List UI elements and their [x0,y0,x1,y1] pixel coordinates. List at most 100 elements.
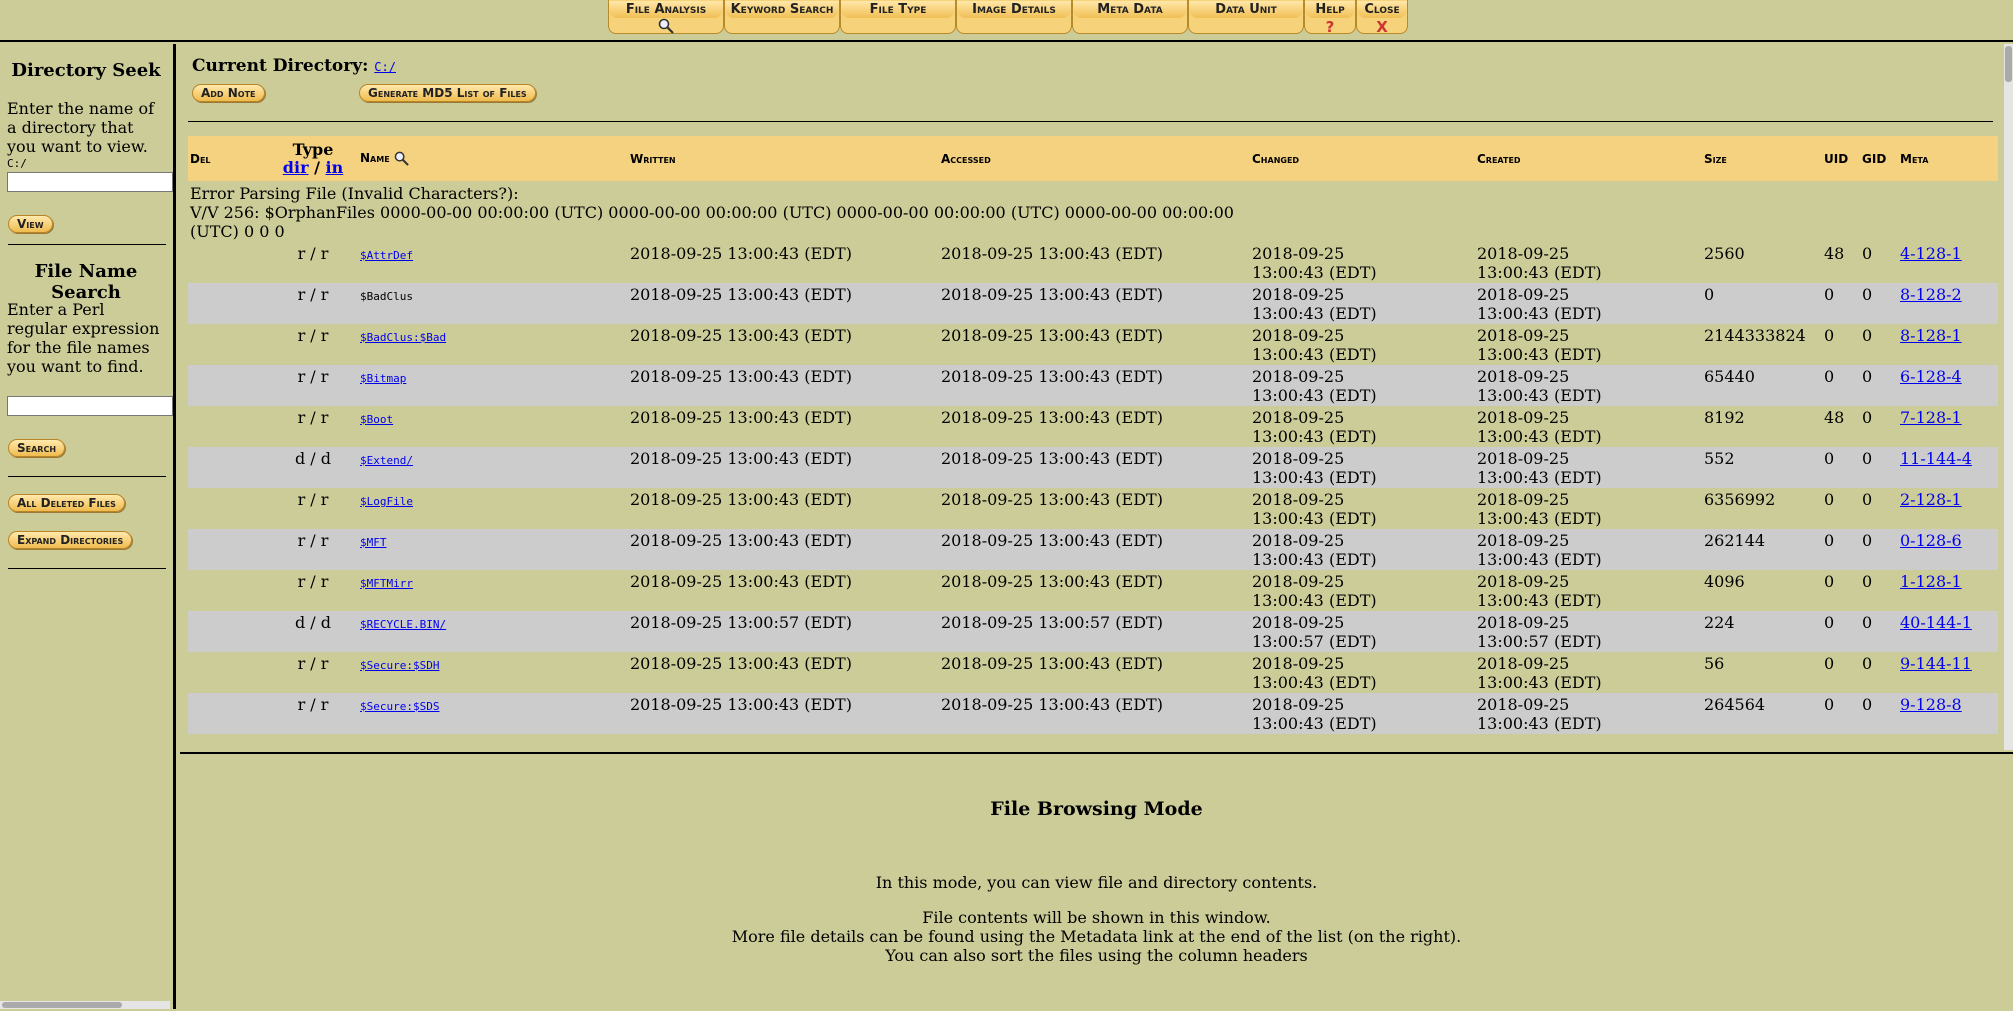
search-button[interactable]: Search [8,439,66,457]
col-name[interactable]: Name [358,136,628,181]
file-name-link[interactable]: $Extend/ [360,454,413,467]
meta-link[interactable]: 40-144-1 [1900,613,1972,632]
changed-time: 13:00:43 (EDT) [1252,304,1377,323]
created-time: 13:00:43 (EDT) [1477,673,1602,692]
accessed-cell: 2018-09-25 13:00:43 (EDT) [939,283,1250,324]
created-cell: 2018-09-25 13:00:43 (EDT) [1475,365,1702,406]
uid-cell: 0 [1822,447,1860,488]
file-name-link[interactable]: $AttrDef [360,249,413,262]
created-date: 2018-09-25 [1477,449,1570,468]
uid-cell: 48 [1824,408,1845,427]
view-button[interactable]: View [8,215,53,233]
meta-link[interactable]: 11-144-4 [1900,449,1972,468]
file-name-link[interactable]: $RECYCLE.BIN/ [360,618,446,631]
vertical-scrollbar[interactable] [2004,44,2013,750]
meta-link[interactable]: 9-128-8 [1900,695,1962,714]
written-cell: 2018-09-25 13:00:43 (EDT) [630,244,852,263]
help-button[interactable]: Help ? [1304,0,1356,36]
file-name-link[interactable]: $Secure:$SDS [360,700,439,713]
changed-time: 13:00:43 (EDT) [1252,591,1377,610]
tab-image-details[interactable]: Image Details [956,0,1072,34]
divider [8,568,166,569]
created-date: 2018-09-25 [1477,408,1570,427]
changed-cell: 2018-09-25 13:00:57 (EDT) [1250,611,1475,652]
tab-data-unit[interactable]: Data Unit [1188,0,1304,34]
meta-link[interactable]: 1-128-1 [1900,572,1962,591]
type-cell: r / r [268,365,358,406]
meta-link[interactable]: 8-128-2 [1900,285,1962,304]
del-cell [188,488,268,529]
created-date: 2018-09-25 [1477,531,1570,550]
col-size[interactable]: Size [1702,136,1822,181]
tab-label: File Type [841,1,955,18]
tab-meta-data[interactable]: Meta Data [1072,0,1188,34]
meta-link[interactable]: 9-144-11 [1900,654,1972,673]
file-name-link[interactable]: $LogFile [360,495,413,508]
del-cell [188,529,268,570]
col-gid[interactable]: GID [1860,136,1898,181]
file-name: $BadClus [360,290,413,303]
name-cell: $LogFile [358,488,628,529]
top-toolbar: File Analysis Keyword Search File Type I… [0,0,2013,42]
changed-date: 2018-09-25 [1252,654,1345,673]
created-time: 13:00:43 (EDT) [1477,509,1602,528]
del-cell [188,365,268,406]
tab-file-analysis[interactable]: File Analysis [608,0,724,34]
close-button[interactable]: Close X [1356,0,1408,36]
expand-directories-button[interactable]: Expand Directories [8,531,133,549]
col-del[interactable]: Del [188,136,268,181]
changed-cell: 2018-09-25 13:00:43 (EDT) [1250,570,1475,611]
changed-date: 2018-09-25 [1252,449,1345,468]
written-cell: 2018-09-25 13:00:43 (EDT) [630,490,852,509]
add-note-button[interactable]: Add Note [192,84,265,102]
col-accessed[interactable]: Accessed [939,136,1250,181]
file-name-search-text: Enter a Perl regular expression for the … [7,300,160,376]
changed-cell: 2018-09-25 13:00:43 (EDT) [1250,693,1475,734]
meta-link[interactable]: 0-128-6 [1900,531,1962,550]
col-written[interactable]: Written [628,136,939,181]
generate-md5-button[interactable]: Generate MD5 List of Files [359,84,536,102]
file-search-input[interactable] [7,396,173,416]
written-cell: 2018-09-25 13:00:43 (EDT) [630,408,852,427]
col-meta[interactable]: Meta [1898,136,1998,181]
directory-input[interactable] [7,172,173,192]
current-directory-link[interactable]: C:/ [374,60,396,74]
created-date: 2018-09-25 [1477,572,1570,591]
created-cell: 2018-09-25 13:00:43 (EDT) [1475,406,1702,447]
sort-type-dir-link[interactable]: dir [283,158,309,177]
search-icon [658,18,674,34]
directory-seek-title: Directory Seek [11,60,161,81]
del-cell [188,324,268,365]
meta-cell: 1-128-1 [1898,570,1998,611]
table-row: r / r $Boot 2018-09-25 13:00:43 (EDT) 2018-… [188,406,1998,447]
file-name-link[interactable]: $Boot [360,413,393,426]
horizontal-scrollbar[interactable] [0,1001,170,1009]
meta-link[interactable]: 8-128-1 [1900,326,1962,345]
meta-link[interactable]: 6-128-4 [1900,367,1962,386]
meta-link[interactable]: 7-128-1 [1900,408,1962,427]
tab-keyword-search[interactable]: Keyword Search [724,0,840,34]
table-row: d / d $Extend/2018-09-25 13:00:43 (EDT) 20… [188,447,1998,488]
col-changed[interactable]: Changed [1250,136,1475,181]
all-deleted-files-button[interactable]: All Deleted Files [8,494,125,512]
file-name-link[interactable]: $Secure:$SDH [360,659,439,672]
written-cell: 2018-09-25 13:00:43 (EDT) [630,654,852,673]
gid-cell: 0 [1862,408,1873,427]
file-name-link[interactable]: $MFT [360,536,387,549]
tab-label: Close [1357,1,1407,18]
tab-file-type[interactable]: File Type [840,0,956,34]
search-icon[interactable] [394,151,409,166]
gid-cell: 0 [1860,447,1898,488]
col-uid[interactable]: UID [1822,136,1860,181]
meta-link[interactable]: 4-128-1 [1900,244,1962,263]
file-name-link[interactable]: $Bitmap [360,372,406,385]
sort-type-in-link[interactable]: in [325,158,343,177]
col-created[interactable]: Created [1475,136,1702,181]
file-name-link[interactable]: $MFTMirr [360,577,413,590]
created-date: 2018-09-25 [1477,654,1570,673]
file-name-link[interactable]: $BadClus:$Bad [360,331,446,344]
changed-cell: 2018-09-25 13:00:43 (EDT) [1250,242,1475,283]
gid-cell: 0 [1860,283,1898,324]
size-cell: 6356992 [1704,490,1776,509]
meta-link[interactable]: 2-128-1 [1900,490,1962,509]
